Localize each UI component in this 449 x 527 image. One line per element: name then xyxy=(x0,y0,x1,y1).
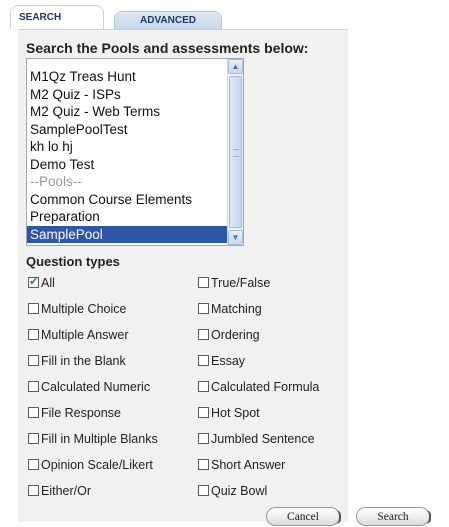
question-type-label: Fill in the Blank xyxy=(41,354,126,368)
question-types-heading: Question types xyxy=(26,254,120,269)
question-type-checkbox[interactable]: Either/Or xyxy=(28,483,91,499)
question-type-label: Opinion Scale/Likert xyxy=(41,458,153,472)
question-type-checkbox[interactable]: Short Answer xyxy=(198,457,285,473)
question-type-checkbox[interactable]: Ordering xyxy=(198,327,260,343)
question-type-checkbox[interactable]: Multiple Answer xyxy=(28,327,129,343)
question-type-checkbox[interactable]: True/False xyxy=(198,275,270,291)
search-button[interactable]: Search xyxy=(356,507,431,526)
question-type-label: Fill in Multiple Blanks xyxy=(41,432,158,446)
checkbox-icon[interactable] xyxy=(198,277,209,288)
question-type-label: Calculated Formula xyxy=(211,380,320,394)
checkbox-icon[interactable] xyxy=(28,303,39,314)
question-type-label: Short Answer xyxy=(211,458,286,472)
checkbox-icon[interactable] xyxy=(198,459,209,470)
question-type-checkbox[interactable]: Quiz Bowl xyxy=(198,483,267,499)
question-type-checkbox[interactable]: Jumbled Sentence xyxy=(198,431,315,447)
question-type-checkbox[interactable]: File Response xyxy=(28,405,121,421)
checkbox-checked-icon[interactable] xyxy=(28,274,39,290)
checkbox-icon[interactable] xyxy=(198,303,209,314)
pools-listbox[interactable]: M1Qz Treas Hunt M2 Quiz - ISPs M2 Quiz - W… xyxy=(26,58,244,246)
question-type-label: Quiz Bowl xyxy=(211,484,268,498)
scroll-down-icon[interactable]: ▼ xyxy=(228,230,243,245)
question-type-label: True/False xyxy=(211,276,271,290)
question-type-label: Multiple Choice xyxy=(41,302,127,316)
question-type-checkbox[interactable]: Calculated Numeric xyxy=(28,379,150,395)
question-type-label: Essay xyxy=(211,354,246,368)
question-type-label: Ordering xyxy=(211,328,260,342)
question-type-label: File Response xyxy=(41,406,121,420)
listbox-scrollbar[interactable]: ▲ ▼ xyxy=(227,59,243,245)
list-item[interactable]: M2 Quiz - Web Terms xyxy=(27,103,227,121)
list-item[interactable]: Preparation xyxy=(27,208,227,226)
question-type-label: Jumbled Sentence xyxy=(211,432,315,446)
checkbox-icon[interactable] xyxy=(28,433,39,444)
question-type-label: Matching xyxy=(211,302,262,316)
question-type-label: All xyxy=(41,276,55,290)
pools-heading: Search the Pools and assessments below: xyxy=(26,40,309,56)
checkbox-icon[interactable] xyxy=(28,329,39,340)
list-item[interactable]: M1Qz Treas Hunt xyxy=(27,68,227,86)
checkbox-icon[interactable] xyxy=(198,407,209,418)
checkbox-icon[interactable] xyxy=(198,329,209,340)
list-item-partial xyxy=(27,59,227,68)
checkbox-icon[interactable] xyxy=(28,381,39,392)
question-type-checkbox[interactable]: Essay xyxy=(198,353,245,369)
question-type-checkbox[interactable]: Hot Spot xyxy=(198,405,260,421)
question-type-label: Multiple Answer xyxy=(41,328,129,342)
checkbox-icon[interactable] xyxy=(198,381,209,392)
scroll-thumb[interactable] xyxy=(229,76,242,228)
question-type-checkbox[interactable]: Opinion Scale/Likert xyxy=(28,457,153,473)
question-type-checkbox[interactable]: Fill in the Blank xyxy=(28,353,126,369)
grip-icon xyxy=(233,149,239,157)
checkbox-icon[interactable] xyxy=(28,459,39,470)
pools-list: M1Qz Treas Hunt M2 Quiz - ISPs M2 Quiz - W… xyxy=(27,59,227,243)
question-type-checkbox[interactable]: Matching xyxy=(198,301,262,317)
checkbox-icon[interactable] xyxy=(28,407,39,418)
question-type-checkbox[interactable]: Fill in Multiple Blanks xyxy=(28,431,158,447)
list-item[interactable]: Demo Test xyxy=(27,156,227,174)
scroll-up-icon[interactable]: ▲ xyxy=(228,59,243,74)
checkbox-icon[interactable] xyxy=(198,355,209,366)
question-type-label: Calculated Numeric xyxy=(41,380,151,394)
question-type-label: Either/Or xyxy=(41,484,92,498)
checkbox-icon[interactable] xyxy=(28,355,39,366)
question-type-checkbox[interactable]: Calculated Formula xyxy=(198,379,319,395)
question-type-label: Hot Spot xyxy=(211,406,260,420)
checkbox-icon[interactable] xyxy=(198,433,209,444)
list-item[interactable]: SamplePoolTest xyxy=(27,121,227,139)
list-item[interactable]: kh lo hj xyxy=(27,138,227,156)
question-type-checkbox[interactable]: Multiple Choice xyxy=(28,301,126,317)
question-type-checkbox[interactable]: All xyxy=(28,274,55,291)
tab-advanced[interactable]: ADVANCED xyxy=(114,11,222,29)
tab-search[interactable]: SEARCH xyxy=(10,5,104,29)
checkbox-icon[interactable] xyxy=(198,485,209,496)
list-item[interactable]: Common Course Elements xyxy=(27,191,227,209)
list-group-header[interactable]: --Pools-- xyxy=(27,173,227,191)
cancel-button[interactable]: Cancel xyxy=(266,507,341,526)
list-item[interactable]: M2 Quiz - ISPs xyxy=(27,86,227,104)
list-item[interactable]: SamplePool xyxy=(27,225,227,243)
checkbox-icon[interactable] xyxy=(28,485,39,496)
